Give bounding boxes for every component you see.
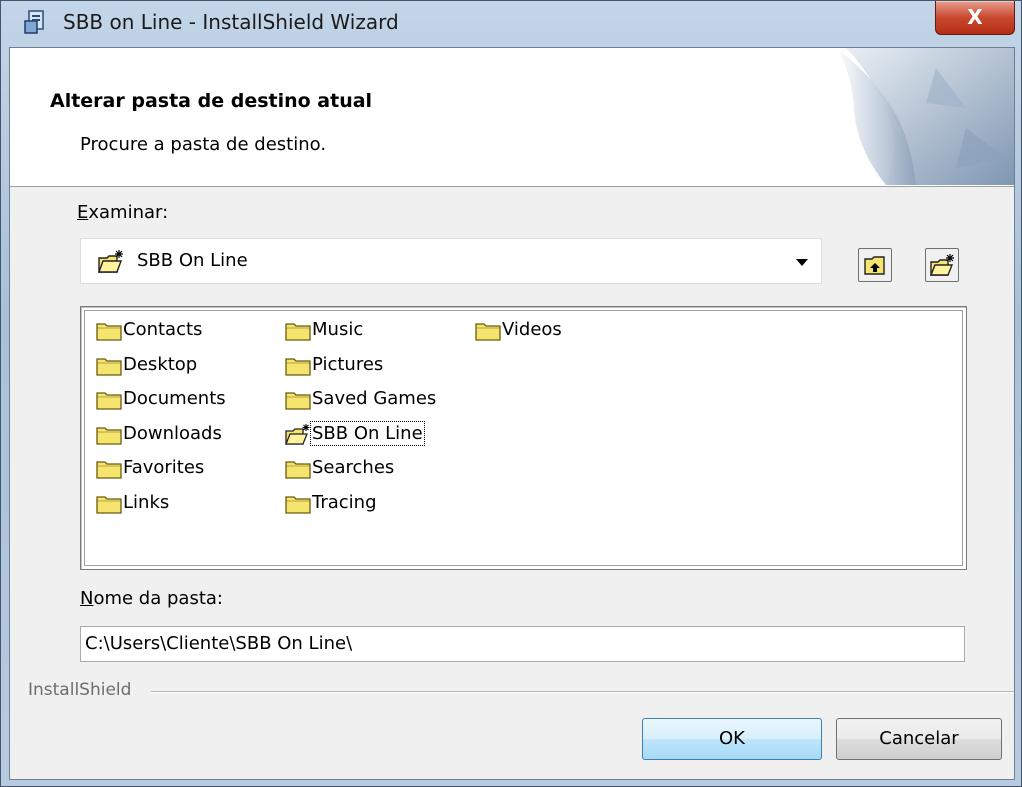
- folder-icon: [285, 323, 311, 341]
- up-one-level-icon: [864, 256, 885, 275]
- dialog-client-area: Alterar pasta de destino atual Procure a…: [9, 47, 1015, 780]
- close-button[interactable]: X: [935, 1, 1015, 35]
- installshield-brand-label: InstallShield: [28, 680, 132, 700]
- folder-icon: [475, 323, 501, 341]
- folder-name-value: C:\Users\Cliente\SBB On Line\: [85, 633, 353, 654]
- close-icon: X: [967, 5, 983, 29]
- folder-item-label: Favorites: [123, 457, 205, 478]
- new-folder-button[interactable]: [925, 248, 959, 282]
- footer-divider: [151, 691, 1014, 693]
- folder-item-label: SBB On Line: [310, 420, 425, 446]
- up-one-level-button[interactable]: [858, 248, 892, 282]
- folder-item-label: Videos: [502, 319, 562, 340]
- browse-label: Examinar:: [77, 202, 168, 223]
- installer-window: SBB on Line - InstallShield Wizard X Alt…: [0, 0, 1022, 787]
- folder-list-view[interactable]: Contacts Desktop Documents Downloads Favorit…: [80, 306, 967, 570]
- header-subtitle: Procure a pasta de destino.: [80, 134, 327, 155]
- folder-icon: [96, 426, 122, 445]
- cancel-button[interactable]: Cancelar: [836, 718, 1002, 760]
- browse-label-text: xaminar:: [88, 202, 169, 223]
- chevron-down-icon[interactable]: [796, 259, 808, 266]
- wizard-header: Alterar pasta de destino atual Procure a…: [10, 48, 1014, 187]
- folder-item-label: Pictures: [312, 353, 384, 375]
- title-bar[interactable]: SBB on Line - InstallShield Wizard X: [1, 1, 1021, 39]
- page-curl-banner-icon: [816, 48, 1014, 185]
- folder-icon: [285, 461, 311, 479]
- folder-item-label: Saved Games: [312, 388, 437, 409]
- folder-icon: [96, 357, 122, 376]
- folder-icon: [285, 495, 311, 514]
- folder-item-label: Tracing: [312, 491, 377, 513]
- folder-icon: [96, 461, 122, 479]
- open-folder-icon: [285, 423, 310, 445]
- browse-selected-value: SBB On Line: [137, 250, 248, 271]
- folder-icon: [285, 392, 311, 410]
- window-title: SBB on Line - InstallShield Wizard: [63, 10, 399, 34]
- folder-name-input[interactable]: C:\Users\Cliente\SBB On Line\: [80, 626, 965, 662]
- folder-icon: [96, 495, 122, 514]
- folder-item-label: Links: [123, 491, 170, 513]
- folder-icon: [285, 357, 311, 376]
- new-folder-icon: [930, 254, 954, 276]
- browse-label-accelerator: E: [77, 202, 89, 223]
- folder-name-label-text: ome da pasta:: [93, 588, 223, 609]
- folder-item-label: Contacts: [123, 319, 203, 340]
- folder-item-label: Downloads: [123, 422, 222, 444]
- ok-button[interactable]: OK: [642, 718, 822, 760]
- folder-name-label-accelerator: N: [80, 588, 94, 609]
- folder-icon: [96, 392, 122, 410]
- installer-app-icon: [24, 10, 44, 34]
- folder-item-label: Documents: [123, 388, 226, 409]
- new-folder-sparkle-icon: [98, 250, 123, 273]
- folder-name-label: Nome da pasta:: [80, 588, 223, 609]
- browse-folder-combobox[interactable]: SBB On Line: [80, 238, 822, 284]
- folder-item-label: Music: [312, 319, 364, 340]
- header-title: Alterar pasta de destino atual: [50, 90, 373, 112]
- folder-item-label: Desktop: [123, 353, 198, 375]
- folder-item-label: Searches: [312, 457, 395, 478]
- folder-icon: [96, 323, 122, 341]
- folder-list-inner: Contacts Desktop Documents Downloads Favorit…: [84, 310, 963, 566]
